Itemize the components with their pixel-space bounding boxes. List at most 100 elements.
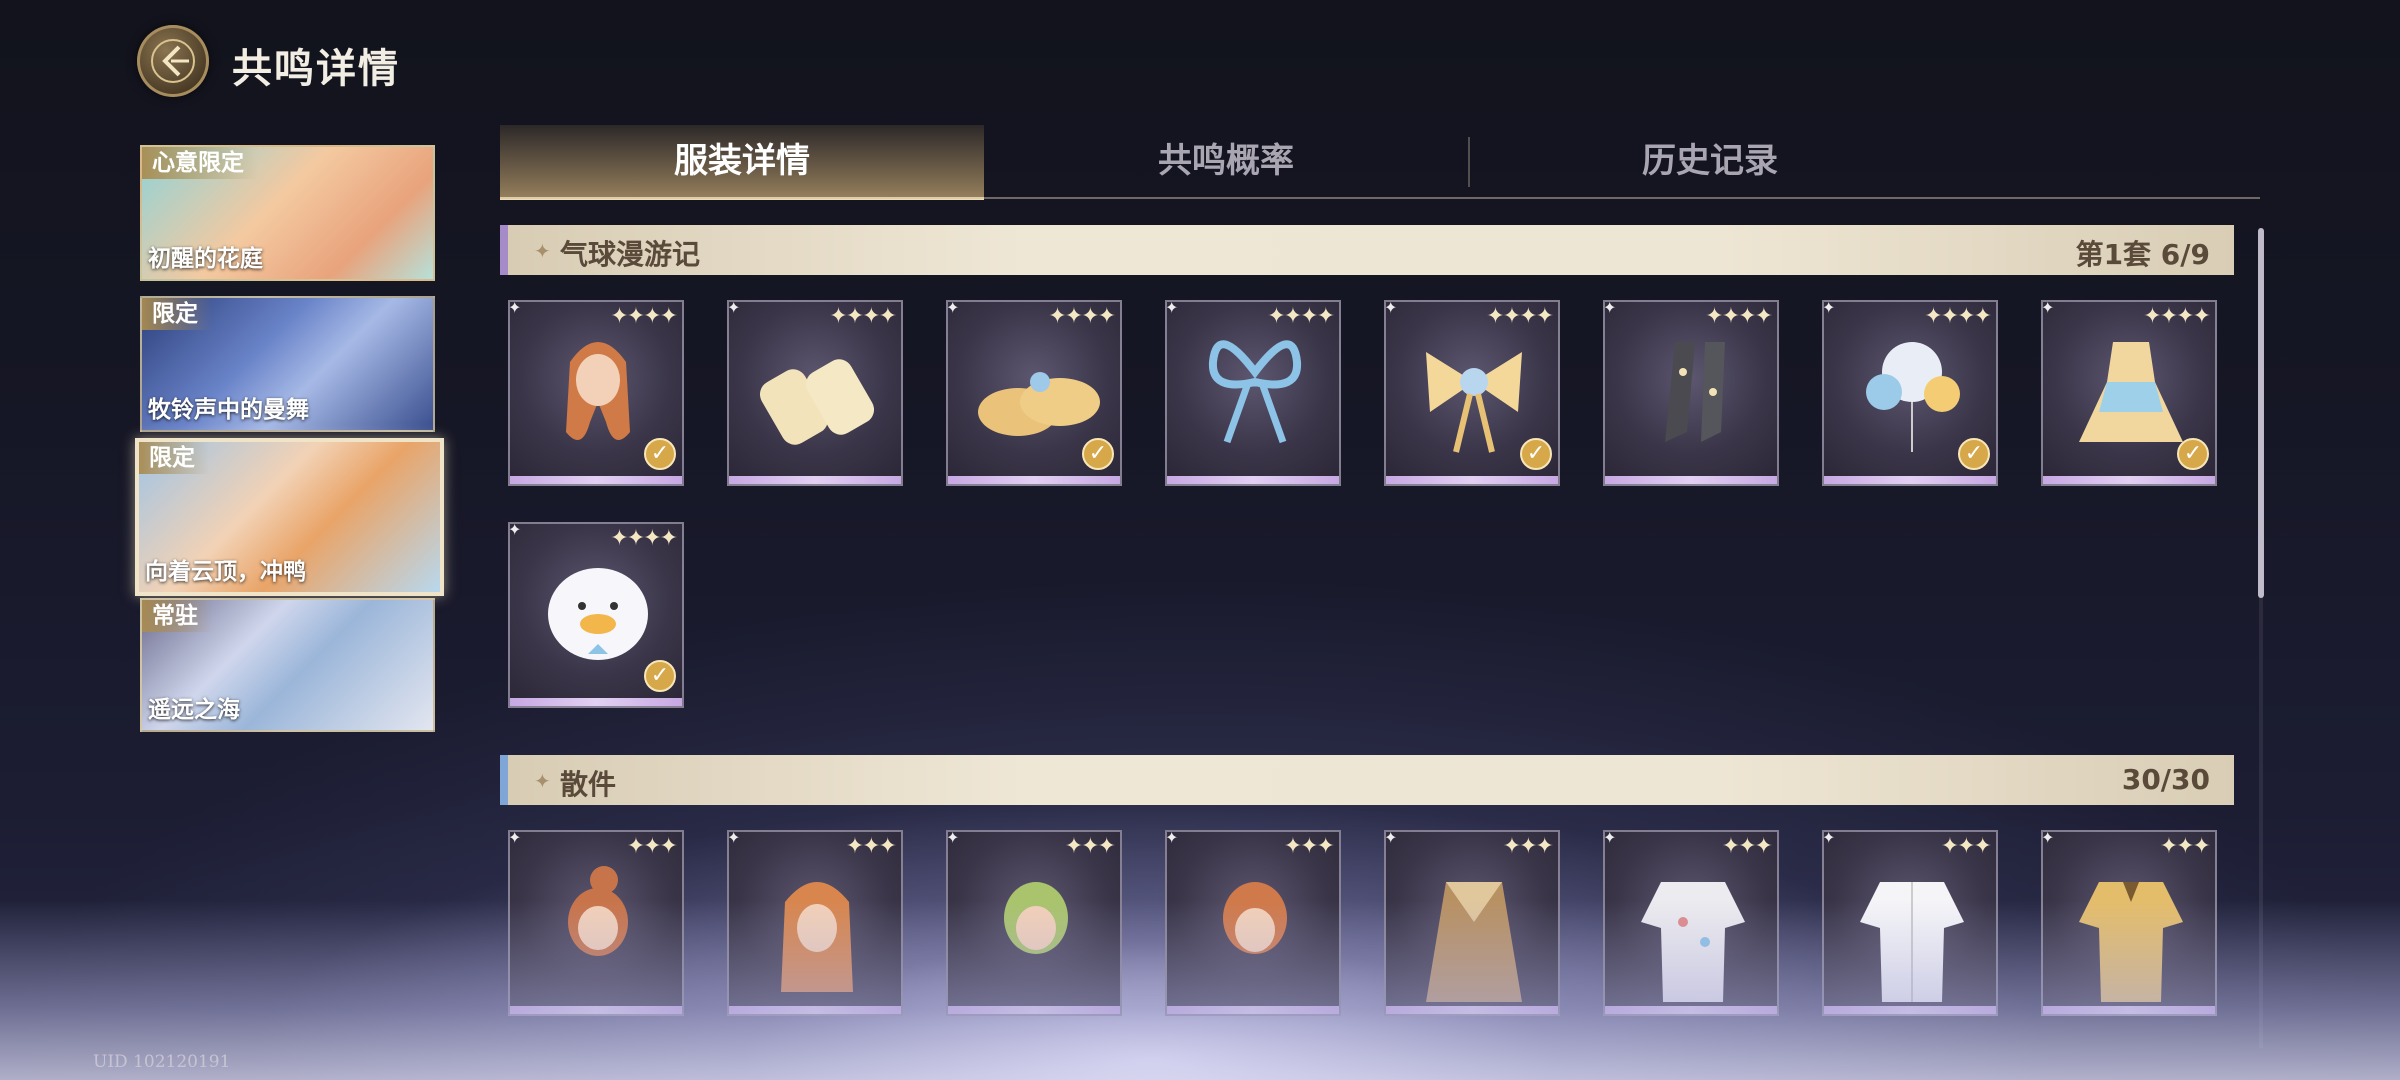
banner-name: 牧铃声中的曼舞 bbox=[148, 397, 309, 423]
sparkle-icon: ✦ bbox=[534, 239, 551, 263]
rarity-stars: ✦✦✦✦ bbox=[1048, 304, 1116, 329]
rarity-stars: ✦✦✦✦ bbox=[2143, 304, 2211, 329]
tab-outfit-details[interactable]: 服装详情 bbox=[500, 125, 984, 200]
rarity-stars: ✦✦✦ bbox=[1283, 834, 1335, 859]
corner-sparkle-icon: ✦ bbox=[1165, 300, 1179, 317]
rarity-strip bbox=[729, 1006, 901, 1014]
rarity-stars: ✦✦✦✦ bbox=[610, 304, 678, 329]
rarity-stars: ✦✦✦ bbox=[2159, 834, 2211, 859]
rarity-stars: ✦✦✦ bbox=[1721, 834, 1773, 859]
rarity-strip bbox=[1824, 476, 1996, 484]
rarity-strip bbox=[1605, 1006, 1777, 1014]
item-card[interactable]: ✦ ✦✦✦✦ ✓ bbox=[946, 300, 1122, 486]
corner-sparkle-icon: ✦ bbox=[2041, 830, 2055, 847]
rarity-strip bbox=[2043, 476, 2215, 484]
corner-sparkle-icon: ✦ bbox=[1384, 300, 1398, 317]
item-card[interactable]: ✦ ✦✦✦✦ ✓ bbox=[1384, 300, 1560, 486]
item-card[interactable]: ✦ ✦✦✦ bbox=[727, 830, 903, 1016]
rarity-stars: ✦✦✦ bbox=[845, 834, 897, 859]
item-card[interactable]: ✦ ✦✦✦ bbox=[2041, 830, 2217, 1016]
rarity-strip bbox=[1386, 1006, 1558, 1014]
banner-item[interactable]: 限定 牧铃声中的曼舞 bbox=[140, 296, 435, 432]
rarity-strip bbox=[1167, 1006, 1339, 1014]
rarity-stars: ✦✦✦✦ bbox=[1924, 304, 1992, 329]
item-card[interactable]: ✦ ✦✦✦✦ ✓ bbox=[508, 300, 684, 486]
corner-sparkle-icon: ✦ bbox=[2041, 300, 2055, 317]
rarity-strip bbox=[1824, 1006, 1996, 1014]
banner-name: 初醒的花庭 bbox=[148, 246, 263, 272]
item-card[interactable]: ✦ ✦✦✦ bbox=[1384, 830, 1560, 1016]
banner-name: 遥远之海 bbox=[148, 697, 240, 723]
section-count: 30/30 bbox=[2121, 763, 2210, 796]
item-card[interactable]: ✦ ✦✦✦✦ ✓ bbox=[508, 522, 684, 708]
owned-check-icon: ✓ bbox=[1958, 438, 1990, 470]
rarity-stars: ✦✦✦ bbox=[626, 834, 678, 859]
tab-history[interactable]: 历史记录 bbox=[1468, 125, 1952, 197]
corner-sparkle-icon: ✦ bbox=[1822, 300, 1836, 317]
item-card[interactable]: ✦ ✦✦✦ bbox=[1822, 830, 1998, 1016]
item-card[interactable]: ✦ ✦✦✦ bbox=[1165, 830, 1341, 1016]
rarity-strip bbox=[510, 476, 682, 484]
rarity-strip bbox=[1167, 476, 1339, 484]
item-card[interactable]: ✦ ✦✦✦✦ bbox=[1603, 300, 1779, 486]
corner-sparkle-icon: ✦ bbox=[508, 300, 522, 317]
banner-item[interactable]: 常驻 遥远之海 bbox=[140, 598, 435, 732]
owned-check-icon: ✓ bbox=[1520, 438, 1552, 470]
rarity-stars: ✦✦✦✦ bbox=[829, 304, 897, 329]
rarity-strip bbox=[948, 1006, 1120, 1014]
banner-item[interactable]: 心意限定 初醒的花庭 bbox=[140, 145, 435, 281]
corner-sparkle-icon: ✦ bbox=[1822, 830, 1836, 847]
banner-tag: 限定 bbox=[142, 298, 212, 330]
rarity-strip bbox=[729, 476, 901, 484]
item-card[interactable]: ✦ ✦✦✦ bbox=[946, 830, 1122, 1016]
page-title: 共鸣详情 bbox=[232, 46, 400, 92]
section-header-outfit: ✦ 气球漫游记 第1套 6/9 bbox=[500, 225, 2234, 275]
tab-underline bbox=[500, 197, 2260, 199]
item-card[interactable]: ✦ ✦✦✦✦ bbox=[727, 300, 903, 486]
scrollbar-thumb[interactable] bbox=[2258, 228, 2264, 598]
banner-item-selected[interactable]: 限定 向着云顶，冲鸭 bbox=[135, 438, 444, 596]
corner-sparkle-icon: ✦ bbox=[946, 830, 960, 847]
sparkle-icon: ✦ bbox=[534, 769, 551, 793]
rarity-strip bbox=[2043, 1006, 2215, 1014]
corner-sparkle-icon: ✦ bbox=[1603, 830, 1617, 847]
owned-check-icon: ✓ bbox=[2177, 438, 2209, 470]
section-header-loose-items: ✦ 散件 30/30 bbox=[500, 755, 2234, 805]
rarity-strip bbox=[948, 476, 1120, 484]
uid-label: UID 102120191 bbox=[93, 1052, 231, 1072]
rarity-strip bbox=[510, 1006, 682, 1014]
corner-sparkle-icon: ✦ bbox=[508, 830, 522, 847]
corner-sparkle-icon: ✦ bbox=[1603, 300, 1617, 317]
section-count: 第1套 6/9 bbox=[2075, 238, 2210, 271]
section-title: 散件 bbox=[560, 768, 617, 801]
rarity-stars: ✦✦✦ bbox=[1064, 834, 1116, 859]
owned-check-icon: ✓ bbox=[644, 660, 676, 692]
corner-sparkle-icon: ✦ bbox=[1384, 830, 1398, 847]
item-card[interactable]: ✦ ✦✦✦✦ ✓ bbox=[1822, 300, 1998, 486]
tab-bar: 服装详情 共鸣概率 历史记录 bbox=[500, 125, 2260, 200]
rarity-strip bbox=[1605, 476, 1777, 484]
corner-sparkle-icon: ✦ bbox=[508, 522, 522, 539]
banner-tag: 限定 bbox=[139, 442, 209, 474]
item-card[interactable]: ✦ ✦✦✦ bbox=[508, 830, 684, 1016]
item-card[interactable]: ✦ ✦✦✦ bbox=[1603, 830, 1779, 1016]
rarity-stars: ✦✦✦✦ bbox=[1267, 304, 1335, 329]
rarity-strip bbox=[1386, 476, 1558, 484]
item-card[interactable]: ✦ ✦✦✦✦ bbox=[1165, 300, 1341, 486]
item-card[interactable]: ✦ ✦✦✦✦ ✓ bbox=[2041, 300, 2217, 486]
rarity-strip bbox=[510, 698, 682, 706]
banner-tag: 常驻 bbox=[142, 600, 212, 632]
rarity-stars: ✦✦✦ bbox=[1502, 834, 1554, 859]
rarity-stars: ✦✦✦✦ bbox=[1486, 304, 1554, 329]
corner-sparkle-icon: ✦ bbox=[727, 300, 741, 317]
back-button[interactable] bbox=[137, 25, 209, 97]
rarity-stars: ✦✦✦✦ bbox=[1705, 304, 1773, 329]
tab-resonance-rates[interactable]: 共鸣概率 bbox=[984, 125, 1468, 197]
back-arrow-icon bbox=[151, 39, 195, 83]
owned-check-icon: ✓ bbox=[644, 438, 676, 470]
section-title: 气球漫游记 bbox=[560, 238, 701, 271]
owned-check-icon: ✓ bbox=[1082, 438, 1114, 470]
rarity-stars: ✦✦✦ bbox=[1940, 834, 1992, 859]
rarity-stars: ✦✦✦✦ bbox=[610, 526, 678, 551]
banner-tag: 心意限定 bbox=[142, 147, 258, 179]
